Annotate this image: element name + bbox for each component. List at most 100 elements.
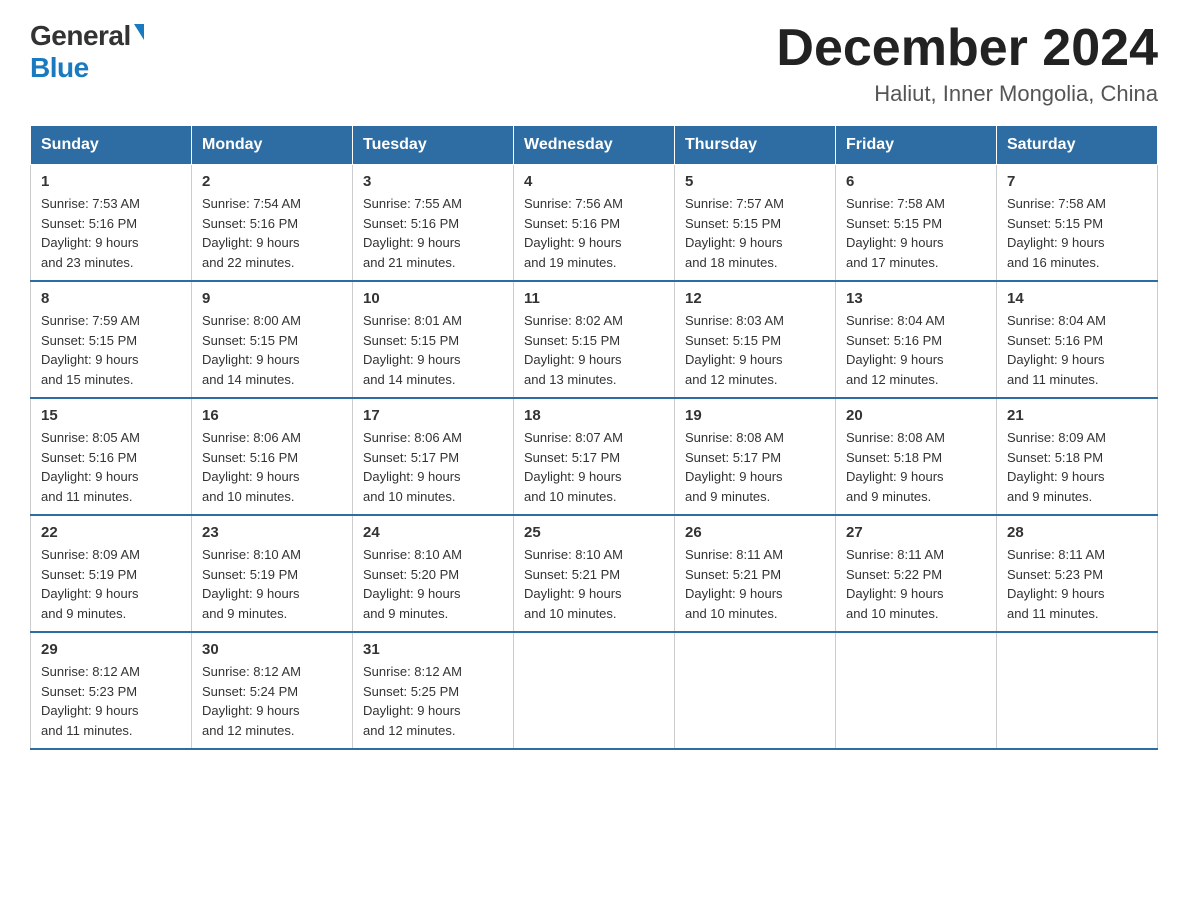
day-info: Sunrise: 8:11 AMSunset: 5:23 PMDaylight:…: [1007, 545, 1147, 623]
day-number: 19: [685, 407, 825, 424]
header-sunday: Sunday: [31, 126, 192, 165]
header-monday: Monday: [192, 126, 353, 165]
day-info: Sunrise: 7:58 AMSunset: 5:15 PMDaylight:…: [846, 194, 986, 272]
day-info: Sunrise: 8:03 AMSunset: 5:15 PMDaylight:…: [685, 311, 825, 389]
day-cell-20: 20Sunrise: 8:08 AMSunset: 5:18 PMDayligh…: [836, 398, 997, 515]
header-wednesday: Wednesday: [514, 126, 675, 165]
title-section: December 2024 Haliut, Inner Mongolia, Ch…: [776, 20, 1158, 107]
month-title: December 2024: [776, 20, 1158, 77]
day-cell-16: 16 Sunrise: 8:06 AMSunset: 5:16 PMDayligh…: [192, 398, 353, 515]
day-cell-3: 3 Sunrise: 7:55 AMSunset: 5:16 PMDaylight…: [353, 165, 514, 282]
day-number: 11: [524, 290, 664, 307]
day-info: Sunrise: 8:11 AMSunset: 5:21 PMDaylight:…: [685, 545, 825, 623]
day-info: Sunrise: 8:10 AMSunset: 5:19 PMDaylight:…: [202, 545, 342, 623]
day-cell-17: 17Sunrise: 8:06 AMSunset: 5:17 PMDayligh…: [353, 398, 514, 515]
calendar-table: SundayMondayTuesdayWednesdayThursdayFrid…: [30, 125, 1158, 750]
day-number: 13: [846, 290, 986, 307]
page-header: General Blue December 2024 Haliut, Inner…: [30, 20, 1158, 107]
day-info: Sunrise: 8:01 AMSunset: 5:15 PMDaylight:…: [363, 311, 503, 389]
day-info: Sunrise: 7:59 AMSunset: 5:15 PMDaylight:…: [41, 311, 181, 389]
day-number: 24: [363, 524, 503, 541]
day-number: 23: [202, 524, 342, 541]
day-number: 22: [41, 524, 181, 541]
day-info: Sunrise: 8:09 AMSunset: 5:19 PMDaylight:…: [41, 545, 181, 623]
day-cell-22: 22 Sunrise: 8:09 AMSunset: 5:19 PMDayligh…: [31, 515, 192, 632]
header-friday: Friday: [836, 126, 997, 165]
location-text: Haliut, Inner Mongolia, China: [776, 81, 1158, 107]
day-number: 15: [41, 407, 181, 424]
day-cell-27: 27 Sunrise: 8:11 AMSunset: 5:22 PMDayligh…: [836, 515, 997, 632]
day-cell-26: 26Sunrise: 8:11 AMSunset: 5:21 PMDayligh…: [675, 515, 836, 632]
day-info: Sunrise: 8:08 AMSunset: 5:18 PMDaylight:…: [846, 428, 986, 506]
day-number: 18: [524, 407, 664, 424]
day-number: 2: [202, 173, 342, 190]
day-cell-12: 12 Sunrise: 8:03 AMSunset: 5:15 PMDayligh…: [675, 281, 836, 398]
day-number: 16: [202, 407, 342, 424]
day-info: Sunrise: 7:57 AMSunset: 5:15 PMDaylight:…: [685, 194, 825, 272]
day-number: 28: [1007, 524, 1147, 541]
logo: General Blue: [30, 20, 144, 84]
day-cell-10: 10 Sunrise: 8:01 AMSunset: 5:15 PMDayligh…: [353, 281, 514, 398]
day-info: Sunrise: 8:08 AMSunset: 5:17 PMDaylight:…: [685, 428, 825, 506]
day-number: 4: [524, 173, 664, 190]
empty-cell: [836, 632, 997, 749]
day-cell-19: 19 Sunrise: 8:08 AMSunset: 5:17 PMDayligh…: [675, 398, 836, 515]
day-cell-29: 29Sunrise: 8:12 AMSunset: 5:23 PMDayligh…: [31, 632, 192, 749]
day-cell-23: 23 Sunrise: 8:10 AMSunset: 5:19 PMDayligh…: [192, 515, 353, 632]
day-number: 5: [685, 173, 825, 190]
day-cell-7: 7 Sunrise: 7:58 AMSunset: 5:15 PMDaylight…: [997, 165, 1158, 282]
day-number: 9: [202, 290, 342, 307]
header-tuesday: Tuesday: [353, 126, 514, 165]
week-row-4: 22 Sunrise: 8:09 AMSunset: 5:19 PMDayligh…: [31, 515, 1158, 632]
day-number: 1: [41, 173, 181, 190]
day-info: Sunrise: 8:10 AMSunset: 5:21 PMDaylight:…: [524, 545, 664, 623]
day-number: 30: [202, 641, 342, 658]
day-info: Sunrise: 7:55 AMSunset: 5:16 PMDaylight:…: [363, 194, 503, 272]
day-cell-30: 30 Sunrise: 8:12 AMSunset: 5:24 PMDayligh…: [192, 632, 353, 749]
day-info: Sunrise: 8:11 AMSunset: 5:22 PMDaylight:…: [846, 545, 986, 623]
logo-blue-text: Blue: [30, 52, 89, 83]
day-info: Sunrise: 8:10 AMSunset: 5:20 PMDaylight:…: [363, 545, 503, 623]
day-cell-28: 28 Sunrise: 8:11 AMSunset: 5:23 PMDayligh…: [997, 515, 1158, 632]
day-number: 14: [1007, 290, 1147, 307]
day-cell-31: 31 Sunrise: 8:12 AMSunset: 5:25 PMDayligh…: [353, 632, 514, 749]
day-info: Sunrise: 8:12 AMSunset: 5:23 PMDaylight:…: [41, 662, 181, 740]
day-cell-8: 8 Sunrise: 7:59 AMSunset: 5:15 PMDaylight…: [31, 281, 192, 398]
day-info: Sunrise: 7:58 AMSunset: 5:15 PMDaylight:…: [1007, 194, 1147, 272]
day-info: Sunrise: 8:04 AMSunset: 5:16 PMDaylight:…: [846, 311, 986, 389]
day-cell-13: 13 Sunrise: 8:04 AMSunset: 5:16 PMDayligh…: [836, 281, 997, 398]
day-cell-2: 2Sunrise: 7:54 AMSunset: 5:16 PMDaylight…: [192, 165, 353, 282]
day-cell-1: 1 Sunrise: 7:53 AMSunset: 5:16 PMDaylight…: [31, 165, 192, 282]
day-info: Sunrise: 7:53 AMSunset: 5:16 PMDaylight:…: [41, 194, 181, 272]
day-cell-4: 4 Sunrise: 7:56 AMSunset: 5:16 PMDaylight…: [514, 165, 675, 282]
day-info: Sunrise: 8:12 AMSunset: 5:24 PMDaylight:…: [202, 662, 342, 740]
day-info: Sunrise: 8:04 AMSunset: 5:16 PMDaylight:…: [1007, 311, 1147, 389]
day-number: 12: [685, 290, 825, 307]
week-row-3: 15Sunrise: 8:05 AMSunset: 5:16 PMDayligh…: [31, 398, 1158, 515]
day-number: 27: [846, 524, 986, 541]
day-info: Sunrise: 8:06 AMSunset: 5:16 PMDaylight:…: [202, 428, 342, 506]
header-thursday: Thursday: [675, 126, 836, 165]
day-number: 3: [363, 173, 503, 190]
day-cell-9: 9Sunrise: 8:00 AMSunset: 5:15 PMDaylight…: [192, 281, 353, 398]
day-number: 17: [363, 407, 503, 424]
week-row-1: 1 Sunrise: 7:53 AMSunset: 5:16 PMDaylight…: [31, 165, 1158, 282]
day-cell-11: 11Sunrise: 8:02 AMSunset: 5:15 PMDayligh…: [514, 281, 675, 398]
day-cell-21: 21 Sunrise: 8:09 AMSunset: 5:18 PMDayligh…: [997, 398, 1158, 515]
day-number: 8: [41, 290, 181, 307]
day-number: 31: [363, 641, 503, 658]
empty-cell: [675, 632, 836, 749]
day-number: 25: [524, 524, 664, 541]
header-saturday: Saturday: [997, 126, 1158, 165]
day-cell-15: 15Sunrise: 8:05 AMSunset: 5:16 PMDayligh…: [31, 398, 192, 515]
day-number: 21: [1007, 407, 1147, 424]
empty-cell: [514, 632, 675, 749]
day-info: Sunrise: 8:09 AMSunset: 5:18 PMDaylight:…: [1007, 428, 1147, 506]
day-info: Sunrise: 8:12 AMSunset: 5:25 PMDaylight:…: [363, 662, 503, 740]
day-number: 7: [1007, 173, 1147, 190]
day-info: Sunrise: 7:56 AMSunset: 5:16 PMDaylight:…: [524, 194, 664, 272]
week-row-5: 29Sunrise: 8:12 AMSunset: 5:23 PMDayligh…: [31, 632, 1158, 749]
day-number: 10: [363, 290, 503, 307]
day-number: 6: [846, 173, 986, 190]
day-info: Sunrise: 8:07 AMSunset: 5:17 PMDaylight:…: [524, 428, 664, 506]
